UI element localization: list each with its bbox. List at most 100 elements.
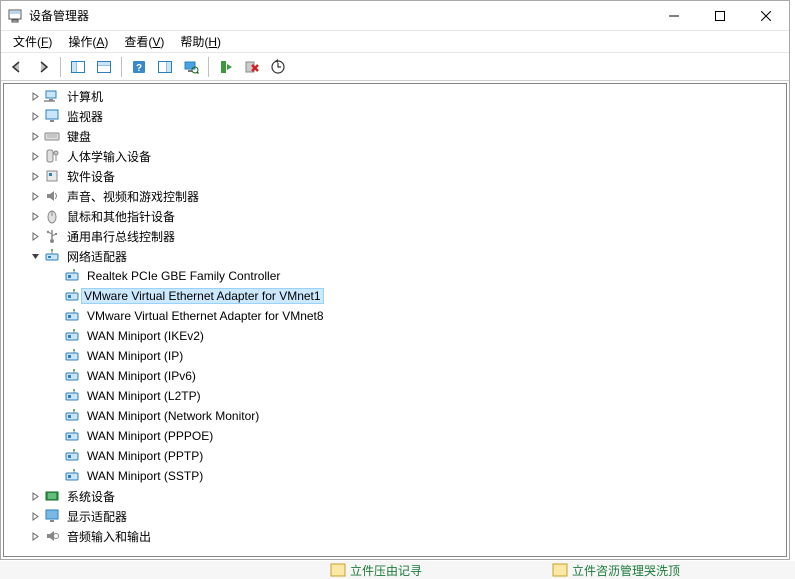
software-icon	[44, 168, 60, 184]
tree-item[interactable]: VMware Virtual Ethernet Adapter for VMne…	[4, 306, 786, 326]
tree-item[interactable]: WAN Miniport (IKEv2)	[4, 326, 786, 346]
menu-action[interactable]: 操作(A)	[60, 31, 116, 52]
tree-item[interactable]: 系统设备	[4, 486, 786, 506]
tree-item[interactable]: 音频输入和输出	[4, 526, 786, 546]
titlebar: 设备管理器	[1, 1, 789, 31]
tree-item-label: VMware Virtual Ethernet Adapter for VMne…	[81, 288, 324, 304]
netcard-icon	[64, 428, 80, 444]
tree-item-label: Realtek PCIe GBE Family Controller	[84, 268, 283, 284]
tree-item[interactable]: WAN Miniport (IPv6)	[4, 366, 786, 386]
tree-item[interactable]: VMware Virtual Ethernet Adapter for VMne…	[4, 286, 786, 306]
tree-item[interactable]: WAN Miniport (L2TP)	[4, 386, 786, 406]
tree-item[interactable]: 鼠标和其他指针设备	[4, 206, 786, 226]
tree-item-label: WAN Miniport (Network Monitor)	[84, 408, 262, 424]
menu-file[interactable]: 文件(F)	[5, 31, 60, 52]
monitor-icon	[44, 108, 60, 124]
tree-item[interactable]: 软件设备	[4, 166, 786, 186]
netcard-icon	[64, 348, 80, 364]
tree-item[interactable]: Realtek PCIe GBE Family Controller	[4, 266, 786, 286]
expand-icon[interactable]	[28, 169, 42, 183]
enable-device-button[interactable]	[214, 55, 238, 79]
properties-button[interactable]	[92, 55, 116, 79]
expand-icon[interactable]	[28, 489, 42, 503]
svg-text:?: ?	[136, 63, 142, 74]
hid-icon	[44, 148, 60, 164]
update-driver-button[interactable]	[266, 55, 290, 79]
expand-icon[interactable]	[28, 529, 42, 543]
expander-placeholder	[48, 369, 62, 383]
tree-item-label: 监视器	[64, 107, 106, 126]
uninstall-device-button[interactable]	[240, 55, 264, 79]
window-title: 设备管理器	[29, 7, 651, 24]
tree-item-label: 人体学输入设备	[64, 147, 154, 166]
tree-item[interactable]: 键盘	[4, 126, 786, 146]
tree-item[interactable]: WAN Miniport (PPPOE)	[4, 426, 786, 446]
close-button[interactable]	[743, 1, 789, 31]
tree-item[interactable]: 声音、视频和游戏控制器	[4, 186, 786, 206]
tree-item[interactable]: 计算机	[4, 86, 786, 106]
menu-help[interactable]: 帮助(H)	[172, 31, 229, 52]
tree-item-label: 显示适配器	[64, 507, 130, 526]
tree-item-label: 声音、视频和游戏控制器	[64, 187, 202, 206]
expand-icon[interactable]	[28, 129, 42, 143]
background-text: 立件压由记寻	[350, 562, 422, 579]
expand-icon[interactable]	[28, 509, 42, 523]
window-controls	[651, 1, 789, 31]
netcard-icon	[64, 408, 80, 424]
device-tree[interactable]: 计算机监视器键盘人体学输入设备软件设备声音、视频和游戏控制器鼠标和其他指针设备通…	[4, 84, 786, 556]
tree-item[interactable]: WAN Miniport (IP)	[4, 346, 786, 366]
expander-placeholder	[48, 329, 62, 343]
forward-button[interactable]	[31, 55, 55, 79]
background-text: 立件咨沥管理哭洗顶	[572, 562, 680, 579]
tree-item-label: WAN Miniport (L2TP)	[84, 388, 204, 404]
tree-item[interactable]: WAN Miniport (SSTP)	[4, 466, 786, 486]
tree-item[interactable]: WAN Miniport (PPTP)	[4, 446, 786, 466]
netcard-icon	[64, 328, 80, 344]
menu-view[interactable]: 查看(V)	[116, 31, 172, 52]
expander-placeholder	[48, 289, 62, 303]
minimize-button[interactable]	[651, 1, 697, 31]
tree-item[interactable]: 监视器	[4, 106, 786, 126]
toolbar: ?	[1, 53, 789, 81]
action-pane-button[interactable]	[153, 55, 177, 79]
tree-item[interactable]: WAN Miniport (Network Monitor)	[4, 406, 786, 426]
tree-item[interactable]: 通用串行总线控制器	[4, 226, 786, 246]
system-icon	[44, 488, 60, 504]
computer-icon	[44, 88, 60, 104]
tree-item-label: WAN Miniport (IP)	[84, 348, 186, 364]
tree-item-label: 键盘	[64, 127, 94, 146]
expand-icon[interactable]	[28, 229, 42, 243]
tree-item-label: WAN Miniport (PPPOE)	[84, 428, 216, 444]
expand-icon[interactable]	[28, 209, 42, 223]
expander-placeholder	[48, 449, 62, 463]
expand-icon[interactable]	[28, 109, 42, 123]
scan-hardware-button[interactable]	[179, 55, 203, 79]
expand-icon[interactable]	[28, 149, 42, 163]
netcard-icon	[64, 448, 80, 464]
show-hide-tree-button[interactable]	[66, 55, 90, 79]
expand-icon[interactable]	[28, 89, 42, 103]
maximize-button[interactable]	[697, 1, 743, 31]
collapse-icon[interactable]	[28, 249, 42, 263]
netcard-icon	[64, 268, 80, 284]
tree-item-label: WAN Miniport (PPTP)	[84, 448, 206, 464]
tree-item[interactable]: 显示适配器	[4, 506, 786, 526]
expander-placeholder	[48, 269, 62, 283]
expand-icon[interactable]	[28, 189, 42, 203]
expander-placeholder	[48, 409, 62, 423]
tree-item-label: 音频输入和输出	[64, 527, 154, 546]
help-button[interactable]: ?	[127, 55, 151, 79]
netcard-icon	[64, 468, 80, 484]
toolbar-separator	[60, 57, 61, 77]
sound-icon	[44, 188, 60, 204]
expander-placeholder	[48, 349, 62, 363]
audio-icon	[44, 528, 60, 544]
device-manager-window: 设备管理器 文件(F) 操作(A) 查看(V) 帮助(H)	[0, 0, 790, 560]
tree-item[interactable]: 网络适配器	[4, 246, 786, 266]
back-button[interactable]	[5, 55, 29, 79]
tree-item-label: 网络适配器	[64, 247, 130, 266]
tree-item[interactable]: 人体学输入设备	[4, 146, 786, 166]
device-tree-area: 计算机监视器键盘人体学输入设备软件设备声音、视频和游戏控制器鼠标和其他指针设备通…	[3, 83, 787, 557]
tree-item-label: 鼠标和其他指针设备	[64, 207, 178, 226]
background-fragments: 立件压由记寻 立件咨沥管理哭洗顶	[0, 561, 795, 579]
